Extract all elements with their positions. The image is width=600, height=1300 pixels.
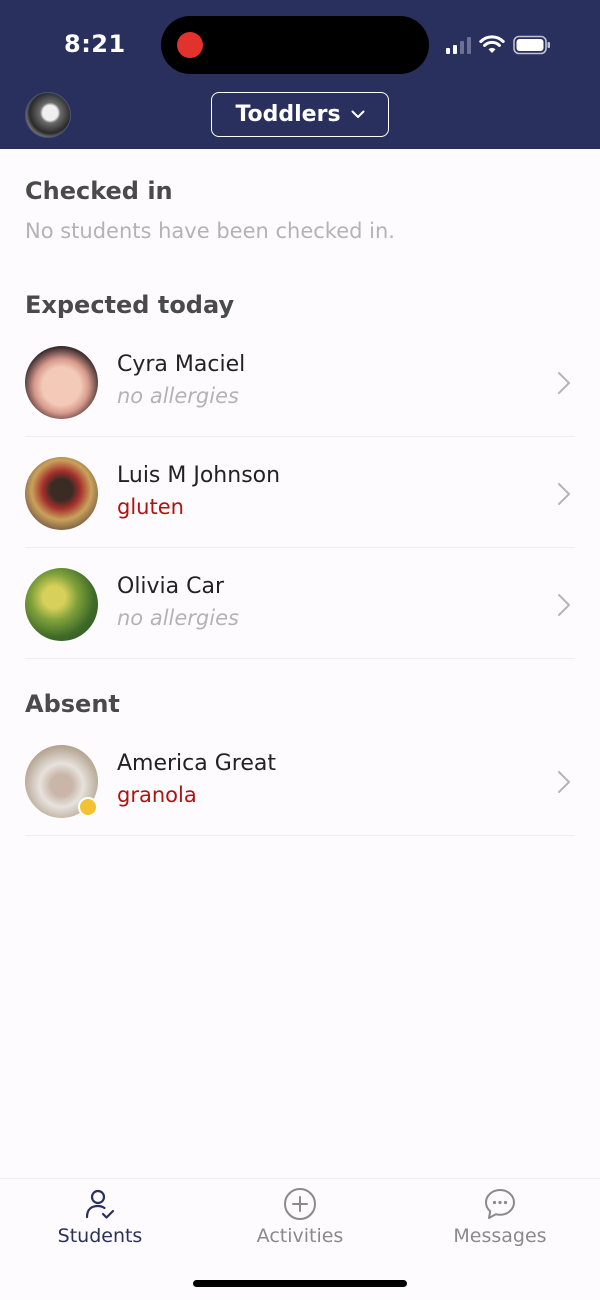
checked-in-empty-message: No students have been checked in. [25,219,395,243]
chat-icon [485,1189,515,1219]
student-row[interactable]: Olivia Car no allergies [25,548,575,659]
add-circle-icon [284,1188,316,1220]
status-icons [446,33,551,57]
tab-activities[interactable]: Activities [200,1187,400,1257]
student-name: Luis M Johnson [117,463,281,488]
class-selector-label: Toddlers [235,102,341,127]
student-avatar [25,568,98,641]
chevron-right-icon [558,372,570,394]
absent-status-dot [78,797,98,817]
student-name: America Great [117,751,276,776]
student-row[interactable]: Cyra Maciel no allergies [25,326,575,437]
tab-students[interactable]: Students [0,1187,200,1257]
recording-indicator-icon [177,32,203,58]
profile-avatar[interactable] [25,92,71,138]
section-title-checked-in: Checked in [25,177,173,205]
student-allergy: no allergies [117,606,239,630]
student-allergy: gluten [117,495,184,519]
tab-label-messages: Messages [453,1225,547,1247]
student-allergy: no allergies [117,384,239,408]
dynamic-island [161,16,429,74]
app-header: 8:21 Toddlers [0,0,600,149]
student-avatar [25,457,98,530]
home-indicator[interactable] [193,1280,407,1287]
student-icon [85,1189,115,1219]
status-time: 8:21 [64,30,126,58]
tab-messages[interactable]: Messages [400,1187,600,1257]
chevron-right-icon [558,483,570,505]
chevron-down-icon [351,110,365,118]
wifi-icon [479,35,505,55]
student-name: Cyra Maciel [117,352,246,377]
section-title-expected-today: Expected today [25,291,235,319]
student-avatar [25,346,98,419]
student-row[interactable]: Luis M Johnson gluten [25,437,575,548]
chevron-right-icon [558,594,570,616]
battery-icon [513,35,551,55]
class-selector-dropdown[interactable]: Toddlers [211,92,389,137]
student-row[interactable]: America Great granola [25,725,575,836]
tab-label-activities: Activities [256,1225,344,1247]
cellular-signal-icon [446,36,471,54]
chevron-right-icon [558,771,570,793]
section-title-absent: Absent [25,690,120,718]
student-name: Olivia Car [117,574,225,599]
tab-label-students: Students [57,1225,143,1247]
student-allergy: granola [117,783,197,807]
